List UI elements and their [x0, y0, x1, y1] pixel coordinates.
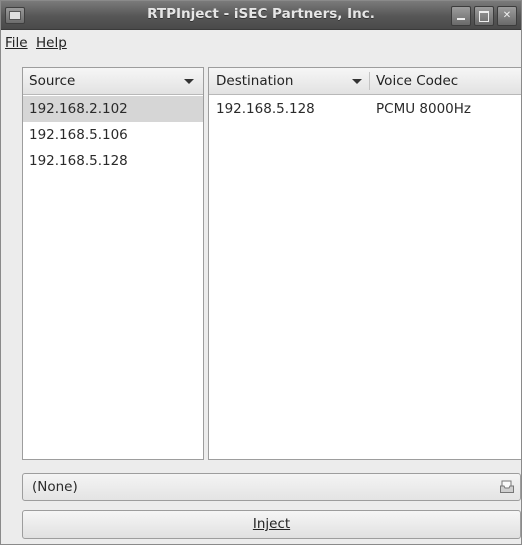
- source-column-header[interactable]: Source: [23, 68, 203, 95]
- source-list[interactable]: Source 192.168.2.102 192.168.5.106 192.1…: [22, 67, 204, 460]
- source-row[interactable]: 192.168.5.128: [23, 148, 203, 174]
- title-bar[interactable]: RTPInject - iSEC Partners, Inc. ✕: [1, 1, 521, 30]
- codec-header-label[interactable]: Voice Codec: [376, 68, 458, 94]
- menu-help[interactable]: Help: [36, 35, 67, 51]
- destination-ip: 192.168.5.128: [216, 101, 315, 117]
- document-open-icon: [500, 480, 514, 493]
- destination-list[interactable]: Destination Voice Codec 192.168.5.128 PC…: [208, 67, 521, 460]
- file-chooser-value: (None): [32, 479, 78, 495]
- minimize-button[interactable]: [451, 6, 471, 26]
- app-window: RTPInject - iSEC Partners, Inc. ✕ File H…: [0, 0, 522, 545]
- menu-help-label: Help: [36, 35, 67, 51]
- source-row[interactable]: 192.168.2.102: [23, 96, 203, 122]
- close-button[interactable]: ✕: [497, 6, 517, 26]
- destination-row[interactable]: 192.168.5.128 PCMU 8000Hz: [209, 96, 521, 122]
- voice-codec: PCMU 8000Hz: [376, 101, 471, 117]
- inject-button-label: Inject: [252, 516, 291, 532]
- sort-down-icon: [352, 79, 362, 84]
- menu-file-label: File: [5, 35, 28, 51]
- source-ip: 192.168.2.102: [29, 101, 128, 117]
- maximize-button[interactable]: [474, 6, 494, 26]
- source-row[interactable]: 192.168.5.106: [23, 122, 203, 148]
- source-header-label: Source: [29, 73, 76, 89]
- source-ip: 192.168.5.106: [29, 127, 128, 143]
- column-divider[interactable]: [369, 72, 370, 90]
- file-chooser-button[interactable]: (None): [22, 473, 521, 501]
- inject-button[interactable]: Inject: [22, 510, 521, 539]
- source-ip: 192.168.5.128: [29, 153, 128, 169]
- destination-header-label[interactable]: Destination: [216, 68, 293, 94]
- window-title: RTPInject - iSEC Partners, Inc.: [147, 6, 375, 22]
- destination-table-header: Destination Voice Codec: [209, 68, 521, 95]
- sort-down-icon: [184, 79, 194, 84]
- menu-bar: File Help: [1, 30, 521, 56]
- menu-file[interactable]: File: [5, 35, 28, 51]
